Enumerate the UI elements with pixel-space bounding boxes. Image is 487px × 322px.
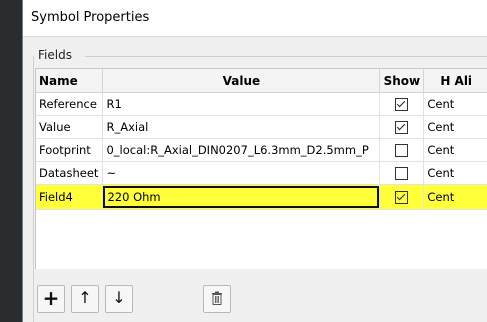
h-align-cell[interactable]: Cent — [423, 115, 487, 139]
show-checkbox[interactable] — [395, 167, 409, 180]
group-border-top — [85, 56, 487, 57]
field-value-cell[interactable]: R_Axial — [102, 115, 381, 139]
show-checkbox[interactable] — [395, 144, 409, 157]
column-header-show[interactable]: Show — [379, 69, 425, 93]
column-header-name[interactable]: Name — [36, 69, 104, 93]
move-down-button[interactable]: ↓ — [105, 285, 133, 313]
field-value-cell[interactable]: 0_local:R_Axial_DIN0207_L6.3mm_D2.5mm_P — [102, 138, 381, 162]
window-title: Symbol Properties — [31, 10, 150, 25]
arrow-down-icon: ↓ — [112, 288, 126, 307]
show-cell — [379, 115, 425, 139]
add-icon: + — [42, 286, 60, 310]
add-field-button[interactable]: + — [37, 285, 65, 313]
group-border — [33, 56, 34, 322]
symbol-properties-dialog: Symbol Properties Fields Name Value Show… — [22, 0, 487, 322]
table-row[interactable]: Value R_Axial Cent — [36, 115, 487, 139]
field-value-editor[interactable]: 220 Ohm — [103, 186, 379, 208]
h-align-cell[interactable]: Cent — [423, 184, 487, 210]
show-cell — [379, 184, 425, 210]
field-name-cell[interactable]: Footprint — [36, 138, 104, 162]
move-up-button[interactable]: ↑ — [71, 285, 99, 313]
h-align-cell[interactable]: Cent — [423, 92, 487, 116]
table-row[interactable]: Reference R1 Cent — [36, 92, 487, 116]
arrow-up-icon: ↑ — [78, 288, 92, 307]
title-bar: Symbol Properties — [23, 0, 487, 37]
h-align-cell[interactable]: Cent — [423, 161, 487, 185]
delete-field-button[interactable] — [203, 285, 231, 313]
column-header-h-align[interactable]: H Ali — [423, 69, 487, 93]
show-checkbox[interactable] — [395, 98, 409, 111]
field-name-cell[interactable]: Reference — [36, 92, 104, 116]
field-name-cell[interactable]: Datasheet — [36, 161, 104, 185]
table-row[interactable]: Field4 220 Ohm Cent — [36, 184, 487, 210]
column-header-value[interactable]: Value — [102, 69, 381, 93]
show-checkbox[interactable] — [395, 121, 409, 134]
fields-group-label: Fields — [38, 48, 72, 62]
show-cell — [379, 161, 425, 185]
field-name-cell[interactable]: Field4 — [36, 184, 104, 210]
field-value-cell[interactable]: 220 Ohm — [102, 184, 381, 210]
field-value-cell[interactable]: ~ — [102, 161, 381, 185]
h-align-cell[interactable]: Cent — [423, 138, 487, 162]
show-checkbox[interactable] — [395, 191, 409, 204]
field-name-cell[interactable]: Value — [36, 115, 104, 139]
show-cell — [379, 92, 425, 116]
fields-table[interactable]: Name Value Show H Ali Reference R1 Cent Val… — [35, 68, 487, 269]
table-row[interactable]: Footprint 0_local:R_Axial_DIN0207_L6.3mm_… — [36, 138, 487, 162]
trash-icon — [212, 291, 222, 305]
field-value-cell[interactable]: R1 — [102, 92, 381, 116]
table-header-row: Name Value Show H Ali — [36, 69, 487, 93]
table-row[interactable]: Datasheet ~ Cent — [36, 161, 487, 185]
show-cell — [379, 138, 425, 162]
